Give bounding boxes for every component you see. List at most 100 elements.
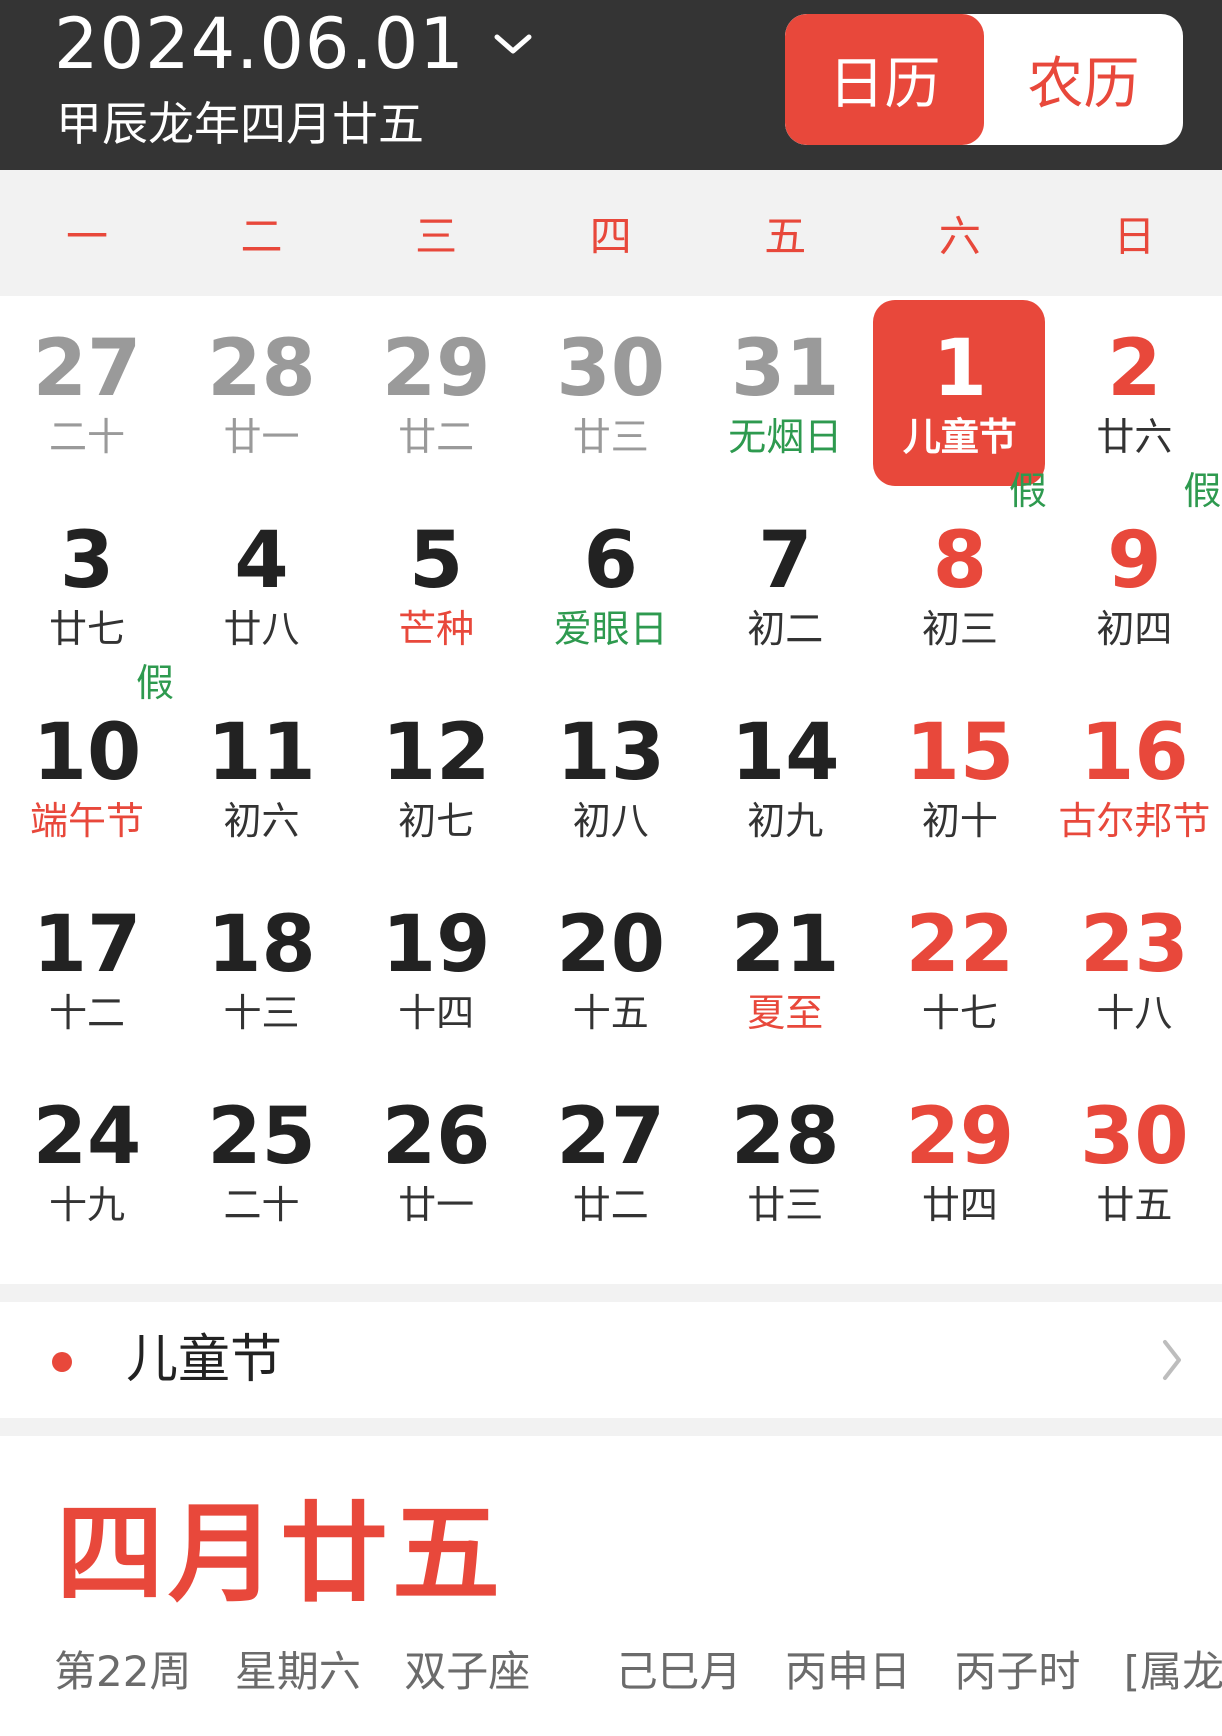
calendar-day-cell[interactable]: 27 二十 — [0, 296, 174, 488]
weekday-label: 日 — [1113, 211, 1156, 261]
calendar-day-cell[interactable]: 31 无烟日 — [698, 296, 872, 488]
calendar-day-cell[interactable]: 19 十四 — [349, 872, 523, 1064]
calendar-day-cell[interactable]: 12 初七 — [349, 680, 523, 872]
holiday-badge: 假 — [1008, 469, 1047, 513]
calendar-day-cell[interactable]: 6 爱眼日 — [524, 488, 698, 680]
day-number: 11 — [207, 708, 316, 798]
weekday-label: 六 — [938, 211, 981, 261]
day-number: 16 — [1080, 708, 1189, 798]
day-number: 27 — [32, 324, 142, 414]
lunar-calendar-tab[interactable]: 农历 — [984, 14, 1183, 145]
calendar-day-cell[interactable]: 24 十九 — [0, 1064, 174, 1256]
calendar-day-cell[interactable]: 23 十八 — [1047, 872, 1221, 1064]
chevron-right-icon[interactable] — [1160, 1338, 1184, 1386]
day-number: 19 — [381, 900, 491, 990]
day-lunar-label: 初七 — [398, 799, 475, 843]
day-lunar-label: 无烟日 — [728, 415, 843, 459]
ganzhi-month: 己巳月 — [615, 1647, 742, 1696]
calendar-day-cell[interactable]: 26 廿一 — [349, 1064, 523, 1256]
current-date[interactable]: 2024.06.01 — [54, 4, 465, 84]
day-lunar-label: 初八 — [572, 799, 649, 843]
calendar-day-cell[interactable]: 28 廿三 — [698, 1064, 872, 1256]
festival-dot — [52, 1352, 72, 1372]
calendar-day-cell[interactable]: 10 端午节 假 — [0, 661, 174, 872]
calendar-day-cell[interactable]: 16 古尔邦节 — [1047, 680, 1221, 872]
weekday-label: 五 — [764, 211, 807, 261]
calendar-day-cell[interactable]: 21 夏至 — [698, 872, 872, 1064]
day-lunar-label: 廿三 — [747, 1183, 824, 1227]
day-lunar-label: 廿四 — [921, 1183, 998, 1227]
day-number: 27 — [556, 1092, 665, 1182]
day-lunar-label: 芒种 — [398, 607, 475, 651]
day-lunar-label: 端午节 — [29, 799, 144, 843]
calendar-day-cell[interactable]: 30 廿五 — [1047, 1064, 1221, 1256]
day-number: 6 — [583, 516, 638, 606]
day-number: 10 — [32, 708, 142, 798]
day-number: 30 — [1080, 1092, 1189, 1182]
day-number: 29 — [381, 324, 491, 414]
day-lunar-label: 十八 — [1096, 991, 1173, 1035]
weekday-label: 二 — [240, 211, 283, 261]
calendar-day-cell[interactable]: 8 初三 假 — [873, 469, 1047, 680]
day-lunar-label: 初九 — [747, 799, 824, 843]
weekday-text: 星期六 — [234, 1647, 361, 1696]
calendar-day-cell[interactable]: 15 初十 — [873, 680, 1047, 872]
day-number: 22 — [905, 900, 1015, 990]
day-lunar-label: 夏至 — [747, 991, 824, 1035]
day-number: 3 — [59, 516, 115, 606]
day-number: 25 — [207, 1092, 316, 1182]
calendar-day-cell[interactable]: 11 初六 — [175, 680, 349, 872]
calendar-day-cell[interactable]: 17 十二 — [0, 872, 174, 1064]
day-number: 12 — [381, 708, 491, 798]
day-lunar-label: 十三 — [223, 991, 300, 1035]
day-lunar-label: 初十 — [921, 799, 998, 843]
lunar-date-subtitle: 甲辰龙年四月廿五 — [56, 97, 424, 151]
day-lunar-label: 十七 — [921, 991, 998, 1035]
day-lunar-label: 初四 — [1096, 607, 1173, 651]
calendar-day-cell[interactable]: 25 二十 — [175, 1064, 349, 1256]
day-lunar-label: 初二 — [747, 607, 824, 651]
calendar-day-cell[interactable]: 30 廿三 — [524, 296, 698, 488]
zodiac-animal: [属龙] — [1123, 1647, 1222, 1696]
day-number: 7 — [758, 516, 813, 606]
day-number: 2 — [1107, 324, 1162, 414]
calendar-day-cell[interactable]: 29 廿二 — [349, 296, 523, 488]
day-number: 31 — [730, 324, 840, 414]
calendar-grid: 27 二十 28 廿一 29 廿二 30 廿三 31 无烟日 1 儿童节 2 廿六 3 廿七 4 廿八 5 芒种 6 爱眼… — [0, 296, 1222, 1256]
day-number: 4 — [234, 516, 289, 606]
day-number: 20 — [556, 900, 665, 990]
calendar-day-cell[interactable]: 4 廿八 — [175, 488, 349, 680]
calendar-day-cell[interactable]: 28 廿一 — [175, 296, 349, 488]
calendar-day-cell[interactable]: 27 廿二 — [524, 1064, 698, 1256]
calendar-day-cell[interactable]: 29 廿四 — [873, 1064, 1047, 1256]
day-lunar-label: 十五 — [572, 991, 649, 1035]
day-number: 5 — [408, 516, 464, 606]
calendar-day-cell[interactable]: 5 芒种 — [349, 488, 523, 680]
chevron-down-icon[interactable] — [493, 32, 533, 62]
day-lunar-label: 廿二 — [572, 1183, 649, 1227]
ganzhi-hour: 丙子时 — [954, 1647, 1081, 1696]
calendar-day-cell[interactable]: 20 十五 — [524, 872, 698, 1064]
solar-calendar-tab[interactable]: 日历 — [785, 14, 984, 145]
day-lunar-label: 十九 — [48, 1183, 125, 1227]
calendar-day-cell[interactable]: 13 初八 — [524, 680, 698, 872]
festival-row[interactable]: 儿童节 — [0, 1302, 1222, 1418]
calendar-day-cell[interactable]: 14 初九 — [698, 680, 872, 872]
weekday-label: 一 — [65, 211, 108, 261]
holiday-badge: 假 — [1183, 469, 1222, 513]
day-number: 28 — [207, 324, 316, 414]
day-lunar-label: 爱眼日 — [553, 607, 668, 651]
calendar-day-cell[interactable]: 22 十七 — [873, 872, 1047, 1064]
date-picker[interactable]: 2024.06.01 — [54, 4, 533, 84]
day-lunar-label: 古尔邦节 — [1058, 799, 1211, 843]
day-number: 24 — [32, 1092, 142, 1182]
calendar-day-cell[interactable]: 9 初四 假 — [1047, 469, 1221, 680]
calendar-day-cell[interactable]: 18 十三 — [175, 872, 349, 1064]
day-lunar-label: 廿八 — [223, 607, 300, 651]
day-number: 29 — [905, 1092, 1015, 1182]
app-header: 2024.06.01 甲辰龙年四月廿五 日历 农历 — [0, 0, 1222, 170]
calendar-day-cell[interactable]: 7 初二 — [698, 488, 872, 680]
day-number: 1 — [932, 324, 987, 414]
day-lunar-label: 廿五 — [1096, 1183, 1173, 1227]
day-lunar-label: 十四 — [398, 991, 475, 1035]
